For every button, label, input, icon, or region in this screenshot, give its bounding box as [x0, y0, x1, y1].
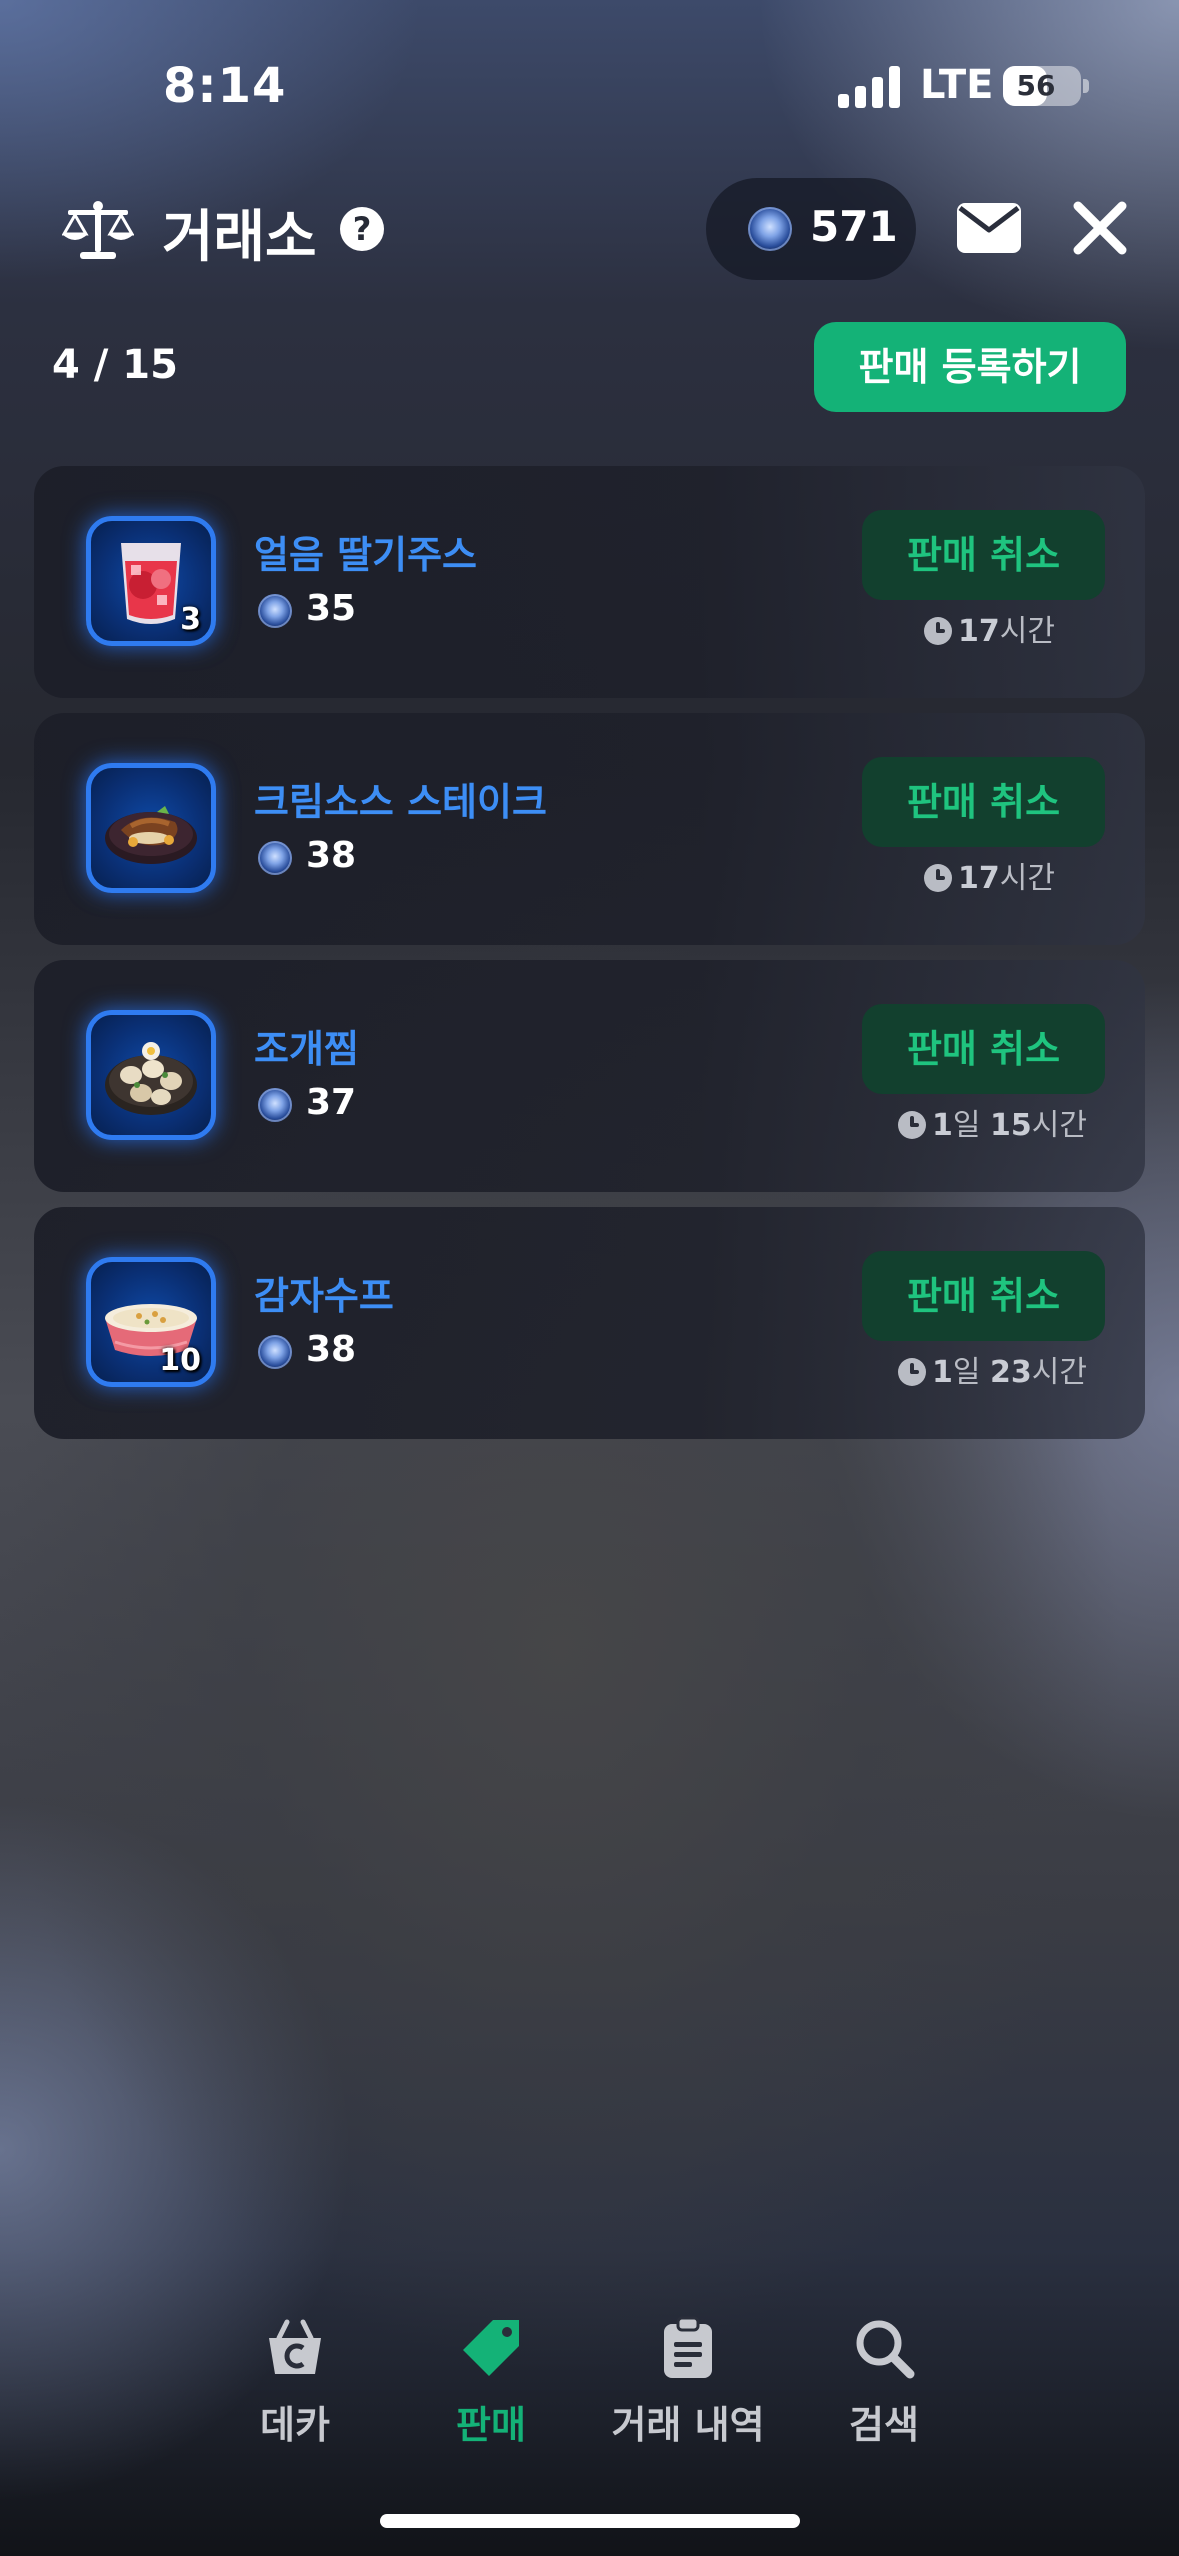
clock-icon: [898, 1111, 926, 1139]
nav-tab-search[interactable]: 검색: [804, 2316, 964, 2456]
cancel-sale-button[interactable]: 판매 취소: [862, 1004, 1105, 1094]
clock-icon: [924, 617, 952, 645]
item-quantity: 3: [180, 602, 201, 637]
remaining-time: 1일 15시간: [898, 1100, 1087, 1143]
status-bar: 8:14 LTE 56: [0, 0, 1179, 150]
time-unit: 시간: [999, 861, 1055, 896]
item-price: 38: [306, 1329, 357, 1370]
item-name: 감자수프: [254, 1274, 394, 1318]
clock-icon: [924, 864, 952, 892]
battery-level: 56: [1016, 69, 1056, 102]
coin-icon: [258, 841, 292, 875]
register-sale-button[interactable]: 판매 등록하기: [814, 322, 1126, 412]
nav-label: 검색: [849, 2403, 919, 2447]
scale-icon: [62, 201, 134, 259]
coin-icon: [748, 207, 792, 251]
battery-tip: [1083, 79, 1089, 93]
status-time: 8:14: [163, 58, 287, 114]
time-unit: 시간: [999, 614, 1055, 649]
signal-icon: [838, 66, 900, 108]
time-value: 17: [958, 614, 1000, 649]
envelope-icon[interactable]: [956, 202, 1022, 254]
search-icon: [856, 2320, 915, 2379]
steamed-clams-icon: [86, 1010, 216, 1140]
coin-icon: [258, 1088, 292, 1122]
currency-balance: 571: [706, 178, 916, 280]
tag-icon: [463, 2320, 519, 2376]
coin-icon: [258, 594, 292, 628]
network-label: LTE: [920, 62, 994, 108]
listing-card: 조개찜 37 판매 취소 1일 15시간: [34, 960, 1145, 1192]
coin-icon: [258, 1335, 292, 1369]
remaining-time: 17시간: [924, 853, 1055, 896]
time-unit: 일: [952, 1108, 991, 1143]
listing-card: 3 얼음 딸기주스 35 판매 취소 17시간: [34, 466, 1145, 698]
listing-card: 크림소스 스테이크 38 판매 취소 17시간: [34, 713, 1145, 945]
item-name: 조개찜: [254, 1027, 359, 1071]
strawberry-juice-icon: 3: [86, 516, 216, 646]
battery-icon: 56: [1003, 66, 1081, 106]
currency-amount: 571: [810, 202, 898, 251]
nav-label: 판매: [456, 2403, 526, 2447]
time-unit: 시간: [1031, 1108, 1087, 1143]
basket-icon: [269, 2319, 321, 2374]
clock-icon: [898, 1358, 926, 1386]
cancel-sale-button[interactable]: 판매 취소: [862, 510, 1105, 600]
page-title: 거래소: [162, 205, 317, 270]
time-value: 23: [990, 1355, 1032, 1390]
remaining-time: 1일 23시간: [898, 1347, 1087, 1390]
question-circle-icon[interactable]: ?: [340, 207, 384, 251]
time-value: 1: [932, 1355, 953, 1390]
item-name: 크림소스 스테이크: [254, 780, 547, 824]
cancel-sale-button[interactable]: 판매 취소: [862, 1251, 1105, 1341]
time-value: 1: [932, 1108, 953, 1143]
nav-tab-sell[interactable]: 판매: [411, 2316, 571, 2456]
cream-steak-icon: [86, 763, 216, 893]
item-name: 얼음 딸기주스: [254, 533, 477, 577]
item-quantity: 10: [159, 1343, 201, 1378]
time-value: 15: [990, 1108, 1032, 1143]
time-value: 17: [958, 861, 1000, 896]
item-price: 37: [306, 1082, 357, 1123]
nav-label: 데카: [260, 2403, 330, 2447]
listing-card: 10 감자수프 38 판매 취소 1일 23시간: [34, 1207, 1145, 1439]
home-indicator[interactable]: [380, 2514, 800, 2528]
nav-tab-deca[interactable]: 데카: [215, 2316, 375, 2456]
time-unit: 시간: [1031, 1355, 1087, 1390]
nav-tab-history[interactable]: 거래 내역: [608, 2316, 768, 2456]
clipboard-icon: [664, 2316, 712, 2378]
time-unit: 일: [952, 1355, 991, 1390]
item-price: 38: [306, 835, 357, 876]
listing-count: 4 / 15: [52, 342, 178, 388]
potato-soup-icon: 10: [86, 1257, 216, 1387]
cancel-sale-button[interactable]: 판매 취소: [862, 757, 1105, 847]
nav-label: 거래 내역: [611, 2403, 765, 2447]
remaining-time: 17시간: [924, 606, 1055, 649]
item-price: 35: [306, 588, 357, 629]
close-icon[interactable]: [1068, 196, 1132, 260]
